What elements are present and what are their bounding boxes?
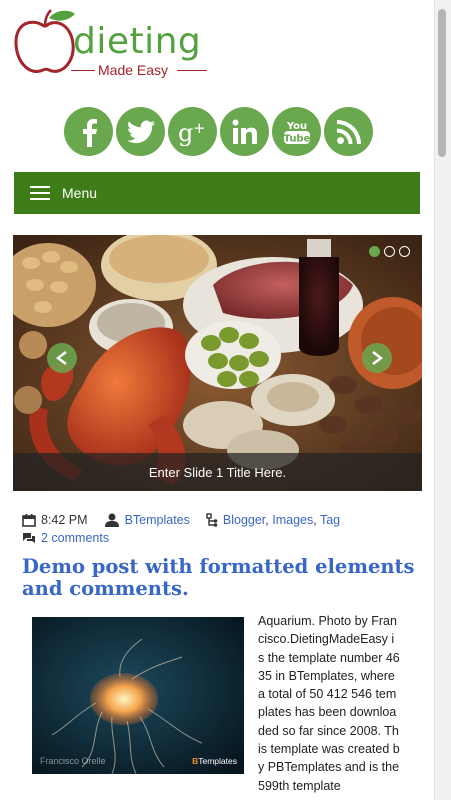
label-tree-icon [206,513,218,527]
scrollbar-thumb[interactable] [438,9,446,157]
calendar-icon [22,514,36,527]
rss-icon[interactable] [324,107,373,156]
svg-text:+: + [193,119,206,137]
svg-text:g: g [178,119,193,146]
post-comments: 2 comments [22,529,109,547]
slider-prev-button[interactable] [47,343,77,373]
comments-link[interactable]: 2 comments [41,529,109,547]
menu-label: Menu [62,185,98,201]
post-author-link[interactable]: BTemplates [125,511,190,529]
site-logo[interactable]: dieting Made Easy [13,8,213,78]
post-image-jellyfish[interactable]: Francisco Orelle BTemplates [32,617,244,774]
logo-tagline-row: Made Easy [71,62,207,78]
chevron-right-icon [372,351,383,365]
label-link-images[interactable]: Images [272,513,313,527]
post-title[interactable]: Demo post with formatted elements and co… [22,556,422,600]
linkedin-icon[interactable] [220,107,269,156]
jellyfish-photo [32,617,244,774]
label-link-tag[interactable]: Tag [320,513,340,527]
tagline-rule-right [177,70,207,71]
image-brand: BTemplates [192,756,237,766]
slider-dot-1[interactable] [369,246,380,257]
slider-next-button[interactable] [362,343,392,373]
image-credit: Francisco Orelle [40,756,106,766]
chevron-left-icon [56,351,67,365]
google-plus-icon[interactable]: g + [168,107,217,156]
user-icon [104,513,119,527]
menu-bar[interactable]: Menu [14,172,420,214]
image-slider[interactable]: Enter Slide 1 Title Here. [13,235,422,491]
post-body-text: Aquarium. Photo by Francisco.DietingMade… [258,614,400,793]
page: dieting Made Easy g + You Tube Menu Ente… [0,0,435,800]
post-time: 8:42 PM [22,511,88,529]
slide-caption[interactable]: Enter Slide 1 Title Here. [13,453,422,491]
hamburger-icon[interactable] [30,186,50,200]
post-meta: 8:42 PM BTemplates Blogger, Images, Tag … [22,511,422,547]
facebook-icon[interactable] [64,107,113,156]
post-labels: Blogger, Images, Tag [206,511,340,529]
post-time-text: 8:42 PM [41,513,88,527]
comments-icon [23,532,35,543]
apple-logo-icon [14,9,75,73]
slider-dot-2[interactable] [384,246,395,257]
svg-text:You: You [285,121,306,132]
logo-tagline: Made Easy [98,62,169,78]
logo-wordmark: dieting [73,21,202,62]
svg-text:Tube: Tube [283,133,310,144]
page-scrollbar[interactable] [434,0,451,800]
social-links: g + You Tube [64,107,373,156]
youtube-icon[interactable]: You Tube [272,107,321,156]
label-link-blogger[interactable]: Blogger [223,513,265,527]
slider-dots [369,246,410,257]
twitter-icon[interactable] [116,107,165,156]
slider-dot-3[interactable] [399,246,410,257]
tagline-rule-left [71,70,95,71]
post-author: BTemplates [104,511,190,529]
